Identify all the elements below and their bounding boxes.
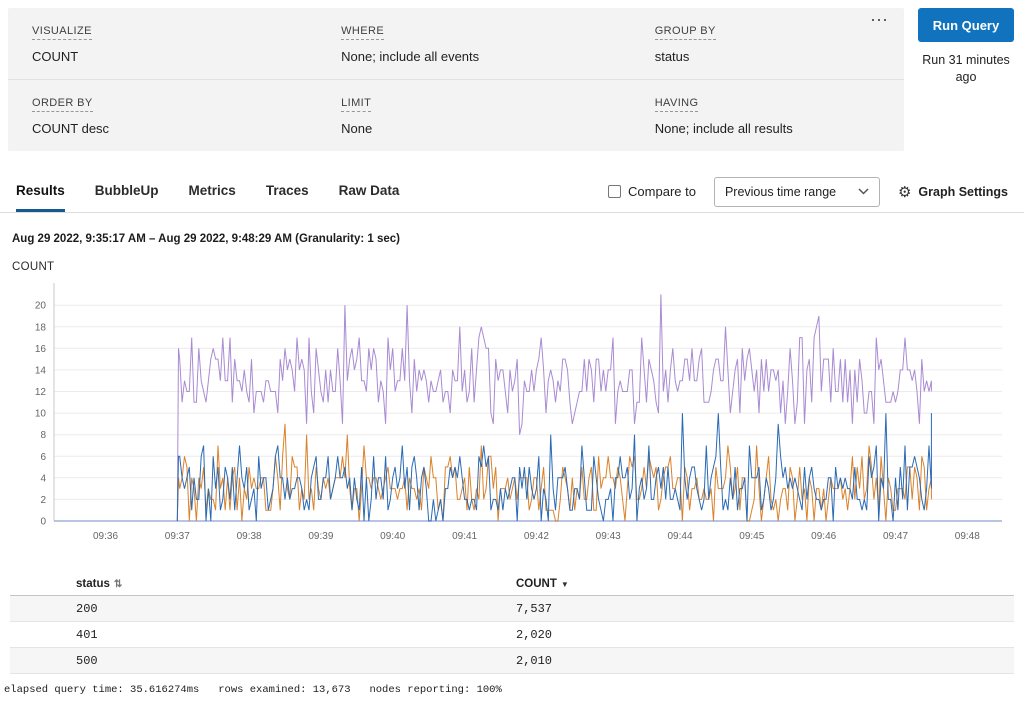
qb-group-by[interactable]: GROUP BY status xyxy=(631,8,904,79)
count-column-header[interactable]: COUNT ▼ xyxy=(516,578,1014,590)
svg-text:09:39: 09:39 xyxy=(308,531,333,542)
svg-text:10: 10 xyxy=(35,409,47,420)
qb-having[interactable]: HAVING None; include all results xyxy=(631,79,904,151)
svg-text:09:43: 09:43 xyxy=(596,531,621,542)
graph-settings-button[interactable]: ⚙ Graph Settings xyxy=(898,183,1008,201)
tab-traces[interactable]: Traces xyxy=(266,171,309,212)
svg-text:20: 20 xyxy=(35,301,47,312)
table-header-row: status ⇅ COUNT ▼ xyxy=(10,572,1014,596)
group-by-label: GROUP BY xyxy=(655,25,716,40)
chart-y-axis-title: COUNT xyxy=(12,261,1024,273)
status-header-label: status xyxy=(76,578,110,590)
visualize-label: VISUALIZE xyxy=(32,25,92,40)
gear-icon: ⚙ xyxy=(898,183,911,201)
compare-to-checkbox[interactable] xyxy=(608,185,621,198)
tab-metrics[interactable]: Metrics xyxy=(189,171,236,212)
svg-text:4: 4 xyxy=(40,473,46,484)
group-by-value: status xyxy=(655,49,894,64)
query-header: VISUALIZE COUNT WHERE None; include all … xyxy=(0,0,1024,151)
qb-limit[interactable]: LIMIT None xyxy=(317,79,631,151)
qb-visualize[interactable]: VISUALIZE COUNT xyxy=(8,8,317,79)
query-time-range: Aug 29 2022, 9:35:17 AM – Aug 29 2022, 9… xyxy=(12,233,1024,245)
qb-order-by[interactable]: ORDER BY COUNT desc xyxy=(8,79,317,151)
svg-text:6: 6 xyxy=(40,452,46,463)
query-stats-footer: elapsed query time: 35.616274ms rows exa… xyxy=(4,684,1024,696)
count-cell: 7,537 xyxy=(516,602,1014,616)
group-by-results-table: status ⇅ COUNT ▼ 200 7,537 401 2,020 500 2… xyxy=(10,572,1014,674)
tab-bubbleup-label: BubbleUp xyxy=(95,183,159,198)
tab-bubbleup[interactable]: BubbleUp xyxy=(95,171,159,212)
status-cell: 401 xyxy=(66,628,516,642)
table-row[interactable]: 401 2,020 xyxy=(10,622,1014,648)
svg-text:16: 16 xyxy=(35,344,47,355)
compare-to-control[interactable]: Compare to xyxy=(608,184,696,199)
svg-text:12: 12 xyxy=(35,387,47,398)
count-cell: 2,020 xyxy=(516,628,1014,642)
compare-to-label: Compare to xyxy=(628,184,696,199)
run-column: Run Query Run 31 minutes ago xyxy=(918,8,1014,151)
chart-canvas[interactable]: 0 2 4 6 8 10 12 14 16 18 20 09:36 09:37 09:38 09:39 09:… xyxy=(6,275,1010,557)
having-value: None; include all results xyxy=(655,121,894,136)
status-column-header[interactable]: status ⇅ xyxy=(66,578,516,590)
svg-text:09:48: 09:48 xyxy=(955,531,980,542)
time-range-dropdown[interactable]: Previous time range xyxy=(714,177,880,207)
order-by-value: COUNT desc xyxy=(32,121,307,136)
svg-text:09:41: 09:41 xyxy=(452,531,477,542)
more-options-icon[interactable]: ⋯ xyxy=(870,10,890,31)
status-cell: 200 xyxy=(66,602,516,616)
tab-metrics-label: Metrics xyxy=(189,183,236,198)
svg-text:18: 18 xyxy=(35,322,47,333)
visualize-value: COUNT xyxy=(32,49,307,64)
svg-text:09:37: 09:37 xyxy=(165,531,190,542)
svg-text:09:36: 09:36 xyxy=(93,531,118,542)
timeseries-chart[interactable]: 0 2 4 6 8 10 12 14 16 18 20 09:36 09:37 09:38 09:39 09:… xyxy=(6,275,1018,562)
svg-text:09:46: 09:46 xyxy=(811,531,836,542)
status-cell: 500 xyxy=(66,654,516,668)
tabs-bar: Results BubbleUp Metrics Traces Raw Data… xyxy=(0,171,1024,213)
limit-value: None xyxy=(341,121,621,136)
count-cell: 2,010 xyxy=(516,654,1014,668)
order-by-label: ORDER BY xyxy=(32,97,93,112)
tab-results-label: Results xyxy=(16,183,65,198)
svg-text:09:44: 09:44 xyxy=(667,531,692,542)
sort-both-icon: ⇅ xyxy=(114,579,122,590)
qb-where[interactable]: WHERE None; include all events xyxy=(317,8,631,79)
query-builder-panel: VISUALIZE COUNT WHERE None; include all … xyxy=(8,8,904,151)
where-label: WHERE xyxy=(341,25,384,40)
svg-text:0: 0 xyxy=(40,517,46,528)
time-range-value: Previous time range xyxy=(725,185,836,199)
run-status-text: Run 31 minutes ago xyxy=(918,52,1014,86)
tab-rawdata[interactable]: Raw Data xyxy=(339,171,400,212)
svg-text:09:42: 09:42 xyxy=(524,531,549,542)
svg-text:09:45: 09:45 xyxy=(739,531,764,542)
svg-text:8: 8 xyxy=(40,430,46,441)
run-query-button[interactable]: Run Query xyxy=(918,8,1014,42)
svg-text:14: 14 xyxy=(35,365,47,376)
tab-results[interactable]: Results xyxy=(16,171,65,212)
tab-rawdata-label: Raw Data xyxy=(339,183,400,198)
graph-settings-label: Graph Settings xyxy=(918,185,1008,199)
svg-text:09:40: 09:40 xyxy=(380,531,405,542)
limit-label: LIMIT xyxy=(341,97,371,112)
table-row[interactable]: 500 2,010 xyxy=(10,648,1014,674)
svg-text:09:47: 09:47 xyxy=(883,531,908,542)
where-value: None; include all events xyxy=(341,49,621,64)
count-header-label: COUNT xyxy=(516,578,557,590)
graph-controls: Compare to Previous time range ⚙ Graph S… xyxy=(608,171,1008,212)
sort-desc-icon: ▼ xyxy=(561,580,569,589)
result-tabs: Results BubbleUp Metrics Traces Raw Data xyxy=(16,171,399,212)
table-row[interactable]: 200 7,537 xyxy=(10,596,1014,622)
tab-traces-label: Traces xyxy=(266,183,309,198)
having-label: HAVING xyxy=(655,97,699,112)
chevron-down-icon xyxy=(858,188,869,195)
svg-text:2: 2 xyxy=(40,495,46,506)
svg-text:09:38: 09:38 xyxy=(237,531,262,542)
